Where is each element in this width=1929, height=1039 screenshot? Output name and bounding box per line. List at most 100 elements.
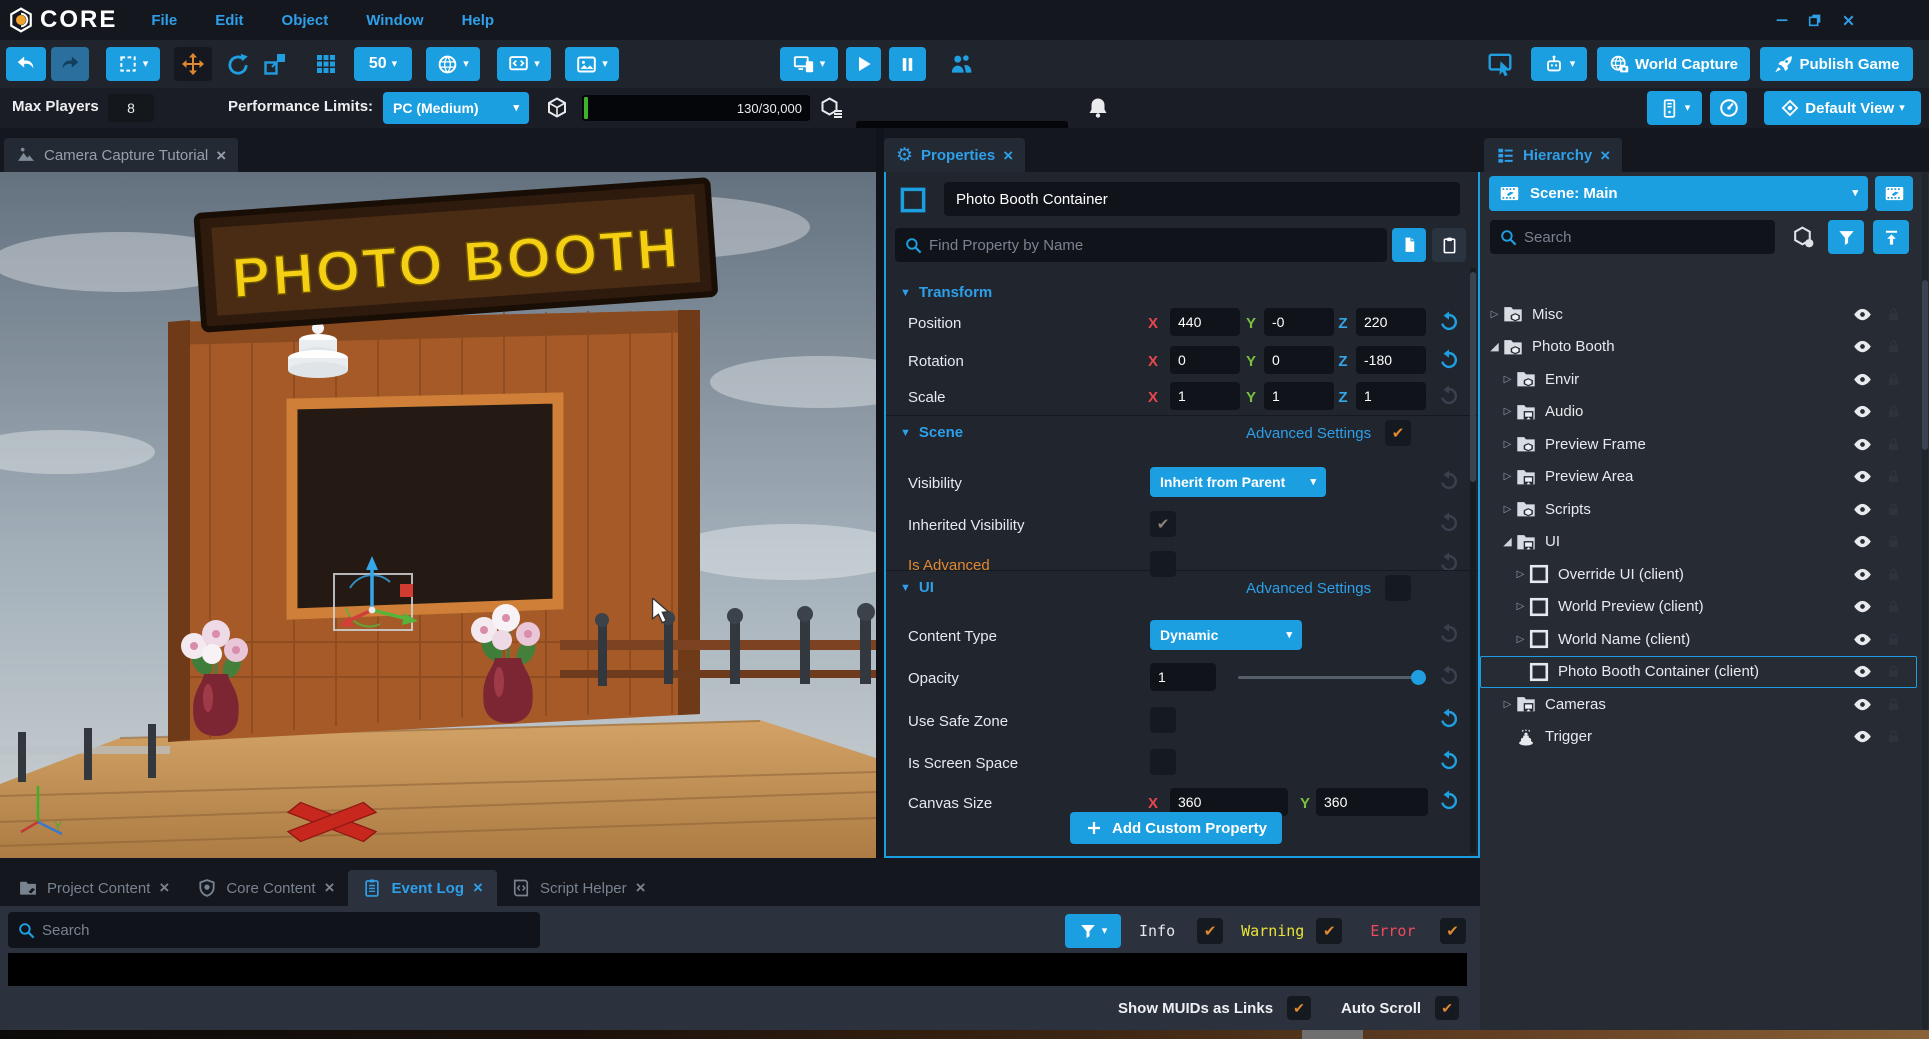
multiplayer-preview-button[interactable] — [948, 51, 974, 77]
ui-advanced-checkbox[interactable] — [1385, 575, 1411, 601]
scale-z-input[interactable] — [1356, 382, 1426, 410]
bottom-tab[interactable]: Event Log × — [348, 870, 496, 906]
hierarchy-filter-button[interactable] — [1828, 220, 1864, 254]
tree-row[interactable]: ▷ World Name (client) — [1480, 623, 1917, 656]
content-type-dropdown[interactable]: Dynamic▾ — [1150, 620, 1302, 650]
grid-size-dropdown[interactable]: 50▾ — [354, 47, 412, 81]
publish-game-button[interactable]: Publish Game — [1760, 47, 1913, 81]
auto-scroll-checkbox[interactable] — [1435, 996, 1459, 1020]
position-z-input[interactable] — [1356, 308, 1426, 336]
expand-arrow-icon[interactable]: ▷ — [1500, 406, 1515, 417]
info-filter-checkbox[interactable] — [1197, 918, 1223, 944]
reset-content-type-icon[interactable] — [1438, 623, 1460, 645]
performance-preset-dropdown[interactable]: PC (Medium)▾ — [383, 92, 529, 124]
visibility-eye-icon[interactable] — [1852, 304, 1873, 325]
play-button[interactable] — [846, 47, 881, 81]
expand-arrow-icon[interactable]: ◢ — [1500, 535, 1515, 548]
default-view-dropdown[interactable]: Default View▾ — [1764, 91, 1921, 125]
expand-arrow-icon[interactable]: ▷ — [1513, 601, 1528, 612]
lock-icon[interactable] — [1885, 501, 1902, 518]
properties-tab[interactable]: ⚙ Properties × — [884, 138, 1025, 172]
slider-handle[interactable] — [1411, 670, 1426, 685]
tab-close-icon[interactable]: × — [1003, 147, 1013, 164]
visibility-eye-icon[interactable] — [1852, 369, 1873, 390]
object-name-field[interactable] — [944, 182, 1460, 216]
lock-icon[interactable] — [1885, 728, 1902, 745]
visibility-eye-icon[interactable] — [1852, 499, 1873, 520]
visibility-eye-icon[interactable] — [1852, 466, 1873, 487]
world-capture-button[interactable]: World Capture — [1597, 47, 1750, 81]
canvas-y-input[interactable] — [1316, 788, 1428, 816]
opacity-slider[interactable] — [1238, 676, 1423, 679]
scale-y-input[interactable] — [1264, 382, 1334, 410]
select-tool-dropdown[interactable]: ▾ — [106, 47, 160, 81]
rotation-y-input[interactable] — [1264, 346, 1334, 374]
menu-file[interactable]: File — [151, 12, 177, 29]
optimization-button[interactable] — [1710, 91, 1747, 125]
capture-dropdown[interactable]: ▾ — [565, 47, 619, 81]
expand-arrow-icon[interactable]: ▷ — [1500, 471, 1515, 482]
reset-scale-icon[interactable] — [1438, 385, 1460, 407]
bottom-tab[interactable]: Script Helper × — [497, 870, 660, 906]
tab-close-icon[interactable]: × — [636, 878, 646, 898]
reset-is-screen-space-icon[interactable] — [1438, 750, 1460, 772]
tree-row[interactable]: Trigger — [1480, 721, 1917, 754]
log-output[interactable] — [8, 953, 1467, 986]
reset-use-safe-zone-icon[interactable] — [1438, 708, 1460, 730]
tab-close-icon[interactable]: × — [159, 878, 169, 898]
max-players-value[interactable]: 8 — [108, 94, 154, 122]
expand-arrow-icon[interactable]: ▷ — [1513, 634, 1528, 645]
lock-icon[interactable] — [1885, 598, 1902, 615]
lock-icon[interactable] — [1885, 663, 1902, 680]
lock-icon[interactable] — [1885, 468, 1902, 485]
snap-grid-button[interactable] — [314, 52, 338, 76]
paste-properties-button[interactable] — [1432, 228, 1466, 262]
ui-section-header[interactable]: ▼UI — [900, 579, 934, 596]
tree-row[interactable]: ▷ Preview Area — [1480, 461, 1917, 494]
scene-selector-dropdown[interactable]: Scene: Main ▾ — [1489, 176, 1868, 211]
reset-rotation-icon[interactable] — [1438, 349, 1460, 371]
expand-arrow-icon[interactable]: ▷ — [1500, 699, 1515, 710]
redo-button[interactable] — [51, 47, 89, 81]
script-dropdown[interactable]: ▾ — [497, 47, 551, 81]
visibility-eye-icon[interactable] — [1852, 661, 1873, 682]
lock-icon[interactable] — [1885, 533, 1902, 550]
rotate-tool-button[interactable] — [225, 51, 251, 77]
close-icon[interactable] — [1840, 12, 1857, 29]
save-dropdown[interactable]: ▾ — [1647, 91, 1702, 125]
visibility-eye-icon[interactable] — [1852, 531, 1873, 552]
preview-mode-dropdown[interactable]: ▾ — [780, 47, 838, 81]
use-safe-zone-checkbox[interactable] — [1150, 707, 1176, 733]
inherited-visibility-checkbox[interactable] — [1150, 511, 1176, 537]
visibility-eye-icon[interactable] — [1852, 596, 1873, 617]
visibility-eye-icon[interactable] — [1852, 726, 1873, 747]
expand-arrow-icon[interactable]: ▷ — [1487, 309, 1502, 320]
lock-icon[interactable] — [1885, 371, 1902, 388]
expand-arrow-icon[interactable]: ▷ — [1500, 439, 1515, 450]
scene-manager-button[interactable] — [1875, 176, 1913, 211]
tree-row[interactable]: ▷ Preview Frame — [1480, 428, 1917, 461]
tab-close-icon[interactable]: × — [473, 878, 483, 898]
terrain-dropdown[interactable]: ▾ — [426, 47, 480, 81]
panel-splitter[interactable] — [876, 128, 884, 858]
visibility-eye-icon[interactable] — [1852, 564, 1873, 585]
menu-help[interactable]: Help — [462, 12, 495, 29]
pause-button[interactable] — [889, 47, 926, 81]
tree-row[interactable]: ◢ Photo Booth — [1480, 331, 1917, 364]
show-muids-checkbox[interactable] — [1287, 996, 1311, 1020]
lock-icon[interactable] — [1885, 566, 1902, 583]
lock-icon[interactable] — [1885, 338, 1902, 355]
scene-section-header[interactable]: ▼Scene — [900, 424, 963, 441]
menu-window[interactable]: Window — [366, 12, 423, 29]
visibility-eye-icon[interactable] — [1852, 401, 1873, 422]
reset-inherited-visibility-icon[interactable] — [1438, 512, 1460, 534]
warning-filter-checkbox[interactable] — [1316, 918, 1342, 944]
property-search-input[interactable] — [895, 228, 1387, 262]
is-screen-space-checkbox[interactable] — [1150, 749, 1176, 775]
expand-arrow-icon[interactable]: ▷ — [1513, 569, 1528, 580]
tab-close-icon[interactable]: × — [216, 147, 226, 164]
scene-advanced-checkbox[interactable] — [1385, 420, 1411, 446]
tree-row[interactable]: ◢ UI — [1480, 526, 1917, 559]
lock-icon[interactable] — [1885, 631, 1902, 648]
tree-row[interactable]: ▷ Audio — [1480, 396, 1917, 429]
